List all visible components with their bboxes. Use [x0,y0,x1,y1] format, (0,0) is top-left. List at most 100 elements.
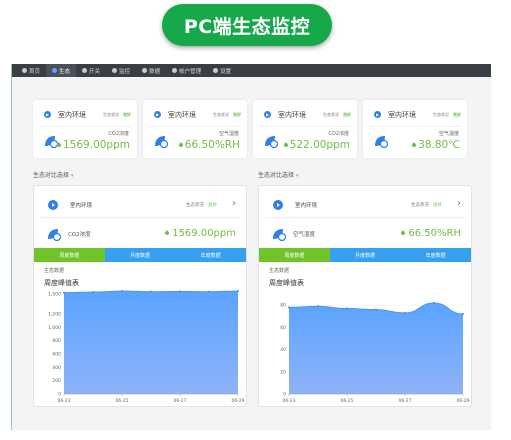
y-tick-label: 600 [52,352,61,358]
stat-card[interactable]: ▶ 室内环境 生态状况 良好 CO2浓度 1569.00ppm [33,100,137,158]
leaf-icon [265,136,279,148]
data-point [288,306,290,309]
x-tick-label: 06-25 [115,398,128,404]
card-value: 522.00ppm [282,139,350,151]
status-badge: 良好 [208,203,217,208]
play-icon: ▶ [374,111,381,118]
metric-label: 空气湿度 [293,232,316,238]
x-tick-label: 06-23 [57,398,70,404]
y-tick-label: 400 [52,365,61,371]
environment-name: 室内环境 [70,203,93,209]
data-icon [142,68,148,73]
top-nav: 首页 生态 开关 监控 数据 帐户管理 设置 [12,64,491,77]
nav-item-switch[interactable]: 开关 [76,64,106,77]
switch-icon [82,68,88,73]
card-status: 良好 [233,112,241,117]
y-tick-label: 1,200 [48,312,61,318]
divider [369,126,461,127]
data-point [179,290,181,293]
data-point [346,307,348,310]
chevron-right-icon[interactable]: › [457,198,461,209]
drop-icon [56,142,62,148]
nav-item-home[interactable]: 首页 [16,64,46,77]
card-status: 良好 [453,112,461,117]
tab-weekly[interactable]: 周度数据 [34,248,105,262]
data-point [92,291,94,293]
drop-icon [411,142,417,148]
x-tick-label: 06-27 [398,398,411,404]
card-value: 66.50%RH [177,139,240,151]
compare-select-label: 生态对比选择 [33,172,70,179]
card-title: 室内环境 [388,111,416,119]
leaf-icon [273,229,287,241]
data-point [150,290,152,293]
tab-yearly[interactable]: 年度数据 [400,248,472,262]
y-tick-label: 20 [280,369,286,375]
compare-select[interactable]: 生态对比选择 ▾ [258,170,299,179]
y-tick-label: 60 [280,325,286,331]
nav-label: 监控 [119,68,131,75]
x-tick-label: 06-23 [282,398,295,404]
nav-label: 开关 [89,68,101,75]
nav-label: 首页 [29,68,41,75]
leaf-icon [48,229,62,241]
data-label: 生态数据 [44,268,65,274]
compare-panel: 室内环境 生态状况 良好 › 空气湿度 66.50%RH 周度数据 月度数据 年… [258,185,472,407]
y-tick-label: 1,000 [48,325,61,331]
nav-label: 生态 [59,68,71,75]
account-icon [172,68,178,73]
stat-card[interactable]: ▶ 室内环境 生态状况 良好 空气温度 38.80℃ [363,100,467,158]
metric-label: CO2浓度 [68,232,91,238]
card-metric: 空气湿度 [218,131,239,137]
status-label: 生态状况 [411,203,429,208]
nav-item-ecology[interactable]: 生态 [46,64,77,77]
page-title: PC端生态监控 [162,4,332,46]
metric-row: 空气湿度 66.50%RH [265,220,465,246]
card-title: 室内环境 [168,111,196,119]
area-chart: 0 20 40 60 80 06-23 06-25 06-27 06-29 [280,301,470,404]
card-status-label: 生态状况 [103,112,119,117]
y-tick-label: 0 [58,392,61,398]
compare-select[interactable]: 生态对比选择 ▾ [33,170,74,179]
stat-card[interactable]: ▶ 室内环境 生态状况 良好 空气湿度 66.50%RH [143,100,247,158]
card-status: 良好 [343,112,351,117]
play-icon [273,200,283,210]
chevron-right-icon[interactable]: › [232,198,236,209]
stat-card[interactable]: ▶ 室内环境 生态状况 良好 CO2浓度 522.00ppm [253,100,357,158]
metric-row: CO2浓度 1569.00ppm [40,220,240,246]
play-icon: ▶ [264,111,271,118]
data-point [63,291,65,294]
play-icon: ▶ [154,111,161,118]
tab-monthly[interactable]: 月度数据 [104,248,176,262]
nav-item-settings[interactable]: 设置 [207,64,237,77]
ecology-icon [52,68,58,73]
divider [149,126,241,127]
play-icon [48,200,58,210]
card-status: 良好 [123,112,131,117]
nav-item-account[interactable]: 帐户管理 [166,64,207,77]
environment-selector[interactable]: 室内环境 生态状况 良好 › [265,192,465,218]
card-value-text: 38.80℃ [418,139,460,151]
card-title: 室内环境 [278,111,306,119]
card-value-text: 1569.00ppm [63,139,130,151]
area-chart: 0 200 400 600 800 1,000 1,200 1,500 06-23 06-25 06… [48,290,245,404]
metric-value-text: 1569.00ppm [172,228,236,239]
data-point [404,311,406,314]
y-tick-label: 0 [283,392,286,398]
card-status-label: 生态状况 [213,112,229,117]
nav-item-monitor[interactable]: 监控 [106,64,136,77]
x-tick-label: 06-25 [340,398,353,404]
compare-select-label: 生态对比选择 [258,172,295,179]
data-point [433,301,435,304]
nav-item-data[interactable]: 数据 [136,64,166,77]
x-tick-label: 06-29 [231,398,244,404]
drop-icon [282,142,289,148]
tab-monthly[interactable]: 月度数据 [329,248,401,262]
status-badge: 良好 [433,203,442,208]
y-tick-label: 200 [52,378,61,384]
tab-yearly[interactable]: 年度数据 [175,248,247,262]
nav-label: 帐户管理 [179,68,202,75]
tab-weekly[interactable]: 周度数据 [259,248,330,262]
chart-title: 周度峰值表 [269,279,304,287]
environment-selector[interactable]: 室内环境 生态状况 良好 › [40,192,240,218]
